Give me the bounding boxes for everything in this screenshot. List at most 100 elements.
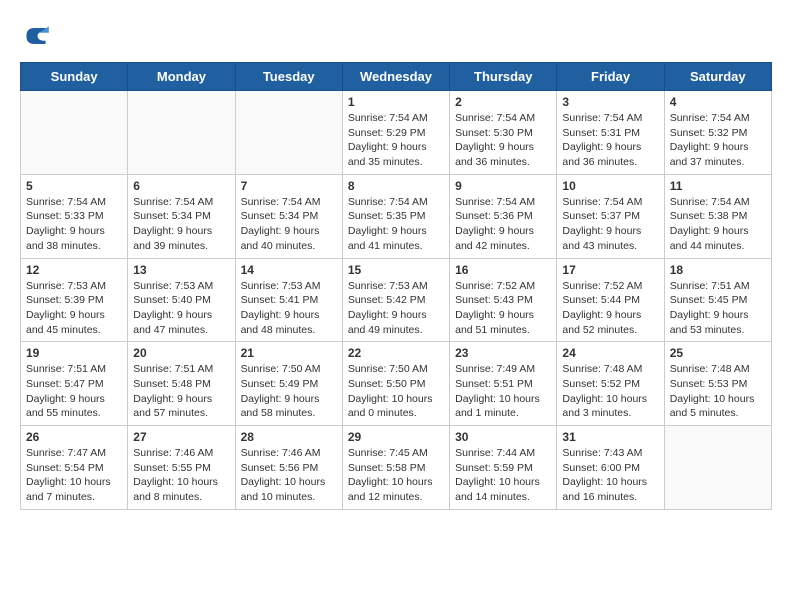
day-number: 15: [348, 263, 444, 277]
day-number: 3: [562, 95, 658, 109]
day-number: 20: [133, 346, 229, 360]
day-number: 17: [562, 263, 658, 277]
day-of-week-header: Monday: [128, 63, 235, 91]
day-of-week-header: Tuesday: [235, 63, 342, 91]
day-info: Sunrise: 7:46 AM Sunset: 5:55 PM Dayligh…: [133, 446, 229, 505]
calendar-day-cell: 7 Sunrise: 7:54 AM Sunset: 5:34 PM Daylig…: [235, 174, 342, 258]
day-info: Sunrise: 7:45 AM Sunset: 5:58 PM Dayligh…: [348, 446, 444, 505]
calendar-day-cell: 14 Sunrise: 7:53 AM Sunset: 5:41 PM Dayli…: [235, 258, 342, 342]
day-info: Sunrise: 7:53 AM Sunset: 5:42 PM Dayligh…: [348, 279, 444, 338]
calendar-day-cell: 19Sunrise: 7:51 AM Sunset: 5:47 PM Dayli…: [21, 342, 128, 426]
calendar-week-row: 1 Sunrise: 7:54 AM Sunset: 5:29 PM Daylig…: [21, 91, 772, 175]
day-info: Sunrise: 7:49 AM Sunset: 5:51 PM Dayligh…: [455, 362, 551, 421]
day-info: Sunrise: 7:52 AM Sunset: 5:44 PM Dayligh…: [562, 279, 658, 338]
calendar-day-cell: 3 Sunrise: 7:54 AM Sunset: 5:31 PM Daylig…: [557, 91, 664, 175]
day-info: Sunrise: 7:44 AM Sunset: 5:59 PM Dayligh…: [455, 446, 551, 505]
calendar-day-cell: 16Sunrise: 7:52 AM Sunset: 5:43 PM Dayli…: [450, 258, 557, 342]
day-number: 25: [670, 346, 766, 360]
calendar-day-cell: [664, 426, 771, 510]
day-number: 6: [133, 179, 229, 193]
day-info: Sunrise: 7:54 AM Sunset: 5:36 PM Dayligh…: [455, 195, 551, 254]
day-number: 31: [562, 430, 658, 444]
day-info: Sunrise: 7:50 AM Sunset: 5:49 PM Dayligh…: [241, 362, 337, 421]
calendar-day-cell: 4 Sunrise: 7:54 AM Sunset: 5:32 PM Daylig…: [664, 91, 771, 175]
calendar-day-cell: 9 Sunrise: 7:54 AM Sunset: 5:36 PM Daylig…: [450, 174, 557, 258]
day-info: Sunrise: 7:48 AM Sunset: 5:52 PM Dayligh…: [562, 362, 658, 421]
day-number: 5: [26, 179, 122, 193]
day-number: 4: [670, 95, 766, 109]
day-number: 26: [26, 430, 122, 444]
day-info: Sunrise: 7:54 AM Sunset: 5:35 PM Dayligh…: [348, 195, 444, 254]
day-number: 30: [455, 430, 551, 444]
calendar-header: SundayMondayTuesdayWednesdayThursdayFrid…: [21, 63, 772, 91]
day-info: Sunrise: 7:54 AM Sunset: 5:37 PM Dayligh…: [562, 195, 658, 254]
calendar-week-row: 26 Sunrise: 7:47 AM Sunset: 5:54 PM Dayli…: [21, 426, 772, 510]
day-number: 24: [562, 346, 658, 360]
calendar-day-cell: 1 Sunrise: 7:54 AM Sunset: 5:29 PM Daylig…: [342, 91, 449, 175]
day-of-week-header: Sunday: [21, 63, 128, 91]
calendar-day-cell: 5 Sunrise: 7:54 AM Sunset: 5:33 PM Daylig…: [21, 174, 128, 258]
day-info: Sunrise: 7:54 AM Sunset: 5:32 PM Dayligh…: [670, 111, 766, 170]
calendar-day-cell: [235, 91, 342, 175]
calendar-day-cell: 17 Sunrise: 7:52 AM Sunset: 5:44 PM Dayli…: [557, 258, 664, 342]
page-header: [20, 20, 772, 52]
day-info: Sunrise: 7:51 AM Sunset: 5:45 PM Dayligh…: [670, 279, 766, 338]
day-number: 8: [348, 179, 444, 193]
day-number: 7: [241, 179, 337, 193]
day-number: 9: [455, 179, 551, 193]
calendar-day-cell: 25Sunrise: 7:48 AM Sunset: 5:53 PM Dayli…: [664, 342, 771, 426]
calendar-day-cell: 21 Sunrise: 7:50 AM Sunset: 5:49 PM Dayli…: [235, 342, 342, 426]
day-of-week-header: Thursday: [450, 63, 557, 91]
calendar-day-cell: 26 Sunrise: 7:47 AM Sunset: 5:54 PM Dayli…: [21, 426, 128, 510]
calendar-day-cell: 29 Sunrise: 7:45 AM Sunset: 5:58 PM Dayli…: [342, 426, 449, 510]
calendar-day-cell: 6 Sunrise: 7:54 AM Sunset: 5:34 PM Daylig…: [128, 174, 235, 258]
day-info: Sunrise: 7:54 AM Sunset: 5:29 PM Dayligh…: [348, 111, 444, 170]
day-number: 29: [348, 430, 444, 444]
day-info: Sunrise: 7:51 AM Sunset: 5:48 PM Dayligh…: [133, 362, 229, 421]
calendar-day-cell: 31 Sunrise: 7:43 AM Sunset: 6:00 PM Dayli…: [557, 426, 664, 510]
day-number: 18: [670, 263, 766, 277]
calendar-day-cell: 13Sunrise: 7:53 AM Sunset: 5:40 PM Dayli…: [128, 258, 235, 342]
day-number: 19: [26, 346, 122, 360]
calendar-day-cell: 20 Sunrise: 7:51 AM Sunset: 5:48 PM Dayli…: [128, 342, 235, 426]
day-number: 12: [26, 263, 122, 277]
calendar-body: 1 Sunrise: 7:54 AM Sunset: 5:29 PM Daylig…: [21, 91, 772, 510]
day-info: Sunrise: 7:43 AM Sunset: 6:00 PM Dayligh…: [562, 446, 658, 505]
day-info: Sunrise: 7:54 AM Sunset: 5:33 PM Dayligh…: [26, 195, 122, 254]
day-number: 14: [241, 263, 337, 277]
day-info: Sunrise: 7:54 AM Sunset: 5:30 PM Dayligh…: [455, 111, 551, 170]
day-info: Sunrise: 7:47 AM Sunset: 5:54 PM Dayligh…: [26, 446, 122, 505]
day-number: 16: [455, 263, 551, 277]
day-number: 11: [670, 179, 766, 193]
calendar-day-cell: 30 Sunrise: 7:44 AM Sunset: 5:59 PM Dayli…: [450, 426, 557, 510]
calendar-day-cell: 15 Sunrise: 7:53 AM Sunset: 5:42 PM Dayli…: [342, 258, 449, 342]
day-info: Sunrise: 7:53 AM Sunset: 5:39 PM Dayligh…: [26, 279, 122, 338]
day-info: Sunrise: 7:53 AM Sunset: 5:41 PM Dayligh…: [241, 279, 337, 338]
day-of-week-header: Friday: [557, 63, 664, 91]
calendar-day-cell: 10 Sunrise: 7:54 AM Sunset: 5:37 PM Dayli…: [557, 174, 664, 258]
day-number: 13: [133, 263, 229, 277]
day-number: 1: [348, 95, 444, 109]
day-number: 22: [348, 346, 444, 360]
day-number: 10: [562, 179, 658, 193]
day-info: Sunrise: 7:54 AM Sunset: 5:34 PM Dayligh…: [133, 195, 229, 254]
day-info: Sunrise: 7:54 AM Sunset: 5:38 PM Dayligh…: [670, 195, 766, 254]
header-row: SundayMondayTuesdayWednesdayThursdayFrid…: [21, 63, 772, 91]
day-info: Sunrise: 7:54 AM Sunset: 5:34 PM Dayligh…: [241, 195, 337, 254]
day-number: 2: [455, 95, 551, 109]
calendar-week-row: 12 Sunrise: 7:53 AM Sunset: 5:39 PM Dayli…: [21, 258, 772, 342]
day-number: 21: [241, 346, 337, 360]
calendar-day-cell: 23Sunrise: 7:49 AM Sunset: 5:51 PM Dayli…: [450, 342, 557, 426]
calendar-day-cell: 12 Sunrise: 7:53 AM Sunset: 5:39 PM Dayli…: [21, 258, 128, 342]
calendar-day-cell: 24 Sunrise: 7:48 AM Sunset: 5:52 PM Dayli…: [557, 342, 664, 426]
day-of-week-header: Wednesday: [342, 63, 449, 91]
calendar-day-cell: [21, 91, 128, 175]
day-number: 28: [241, 430, 337, 444]
calendar-day-cell: 18 Sunrise: 7:51 AM Sunset: 5:45 PM Dayli…: [664, 258, 771, 342]
calendar-week-row: 5 Sunrise: 7:54 AM Sunset: 5:33 PM Daylig…: [21, 174, 772, 258]
day-of-week-header: Saturday: [664, 63, 771, 91]
day-info: Sunrise: 7:54 AM Sunset: 5:31 PM Dayligh…: [562, 111, 658, 170]
calendar-day-cell: 8 Sunrise: 7:54 AM Sunset: 5:35 PM Daylig…: [342, 174, 449, 258]
calendar-day-cell: [128, 91, 235, 175]
calendar-day-cell: 11 Sunrise: 7:54 AM Sunset: 5:38 PM Dayli…: [664, 174, 771, 258]
